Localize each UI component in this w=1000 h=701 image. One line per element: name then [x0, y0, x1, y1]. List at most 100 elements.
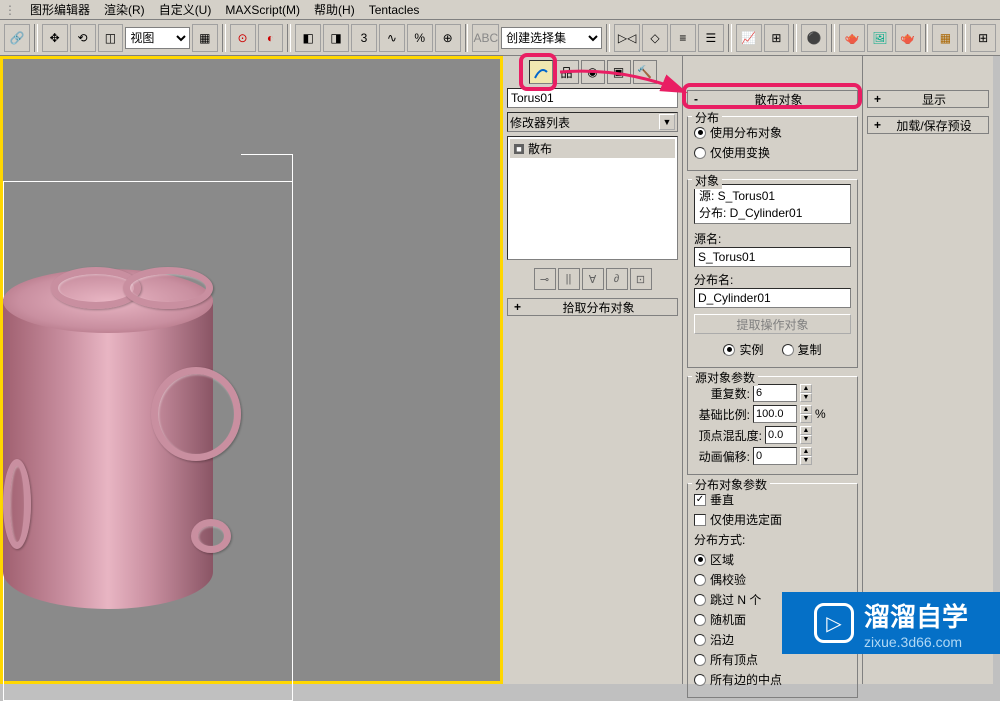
viewport[interactable] — [0, 56, 503, 684]
tool-grid-icon[interactable]: ▦ — [932, 24, 958, 52]
scatter-object-rollout[interactable]: - 散布对象 — [687, 90, 858, 108]
expand-icon[interactable]: ■ — [514, 144, 524, 154]
tool-snap3-icon[interactable]: 3 — [351, 24, 377, 52]
show-result-icon[interactable]: || — [558, 268, 580, 290]
anim-offset-input[interactable] — [753, 447, 797, 465]
display-rollout[interactable]: + 显示 — [867, 90, 989, 108]
tool-angle-snap-icon[interactable]: ◐ — [258, 24, 284, 52]
tool-mirror2-icon[interactable]: ▷◁ — [614, 24, 640, 52]
tool-material-icon[interactable]: ⚫ — [801, 24, 827, 52]
anim-offset-spinner[interactable]: ▲▼ — [800, 447, 812, 465]
radio-icon — [694, 127, 706, 139]
extract-operand-button[interactable]: 提取操作对象 — [694, 314, 851, 334]
objects-group: 对象 源: S_Torus01 分布: D_Cylinder01 源名: 分布名… — [687, 179, 858, 368]
vertex-chaos-input[interactable] — [765, 426, 797, 444]
display-tab-icon[interactable]: ▣ — [607, 60, 631, 84]
dropdown-arrow-icon: ▼ — [659, 114, 675, 130]
tool-curve-icon[interactable]: ∿ — [379, 24, 405, 52]
modify-tab-icon[interactable] — [529, 60, 553, 84]
make-unique-icon[interactable]: ∀ — [582, 268, 604, 290]
viewport-mode-select[interactable]: 视图 — [125, 27, 189, 49]
duplicates-spinner[interactable]: ▲▼ — [800, 384, 812, 402]
pin-stack-icon[interactable]: ⊸ — [534, 268, 556, 290]
use-selected-faces-check[interactable]: 仅使用选定面 — [694, 511, 851, 528]
menu-render[interactable]: 渲染(R) — [104, 1, 145, 18]
tool-mirror-icon[interactable]: ◧ — [295, 24, 321, 52]
radio-icon — [723, 344, 735, 356]
tool-rotate-icon[interactable]: ⟲ — [70, 24, 96, 52]
tool-quick-render-icon[interactable]: 🫖 — [895, 24, 921, 52]
anim-offset-label: 动画偏移: — [694, 448, 750, 465]
duplicates-input[interactable] — [753, 384, 797, 402]
vertex-chaos-spinner[interactable]: ▲▼ — [800, 426, 812, 444]
perpendicular-check[interactable]: ✓ 垂直 — [694, 491, 851, 508]
method-all-edge-mid-radio[interactable]: 所有边的中点 — [694, 671, 851, 688]
modifier-list-dropdown[interactable]: 修改器列表 ▼ — [507, 112, 678, 132]
vertex-chaos-label: 顶点混乱度: — [694, 427, 762, 444]
menu-maxscript[interactable]: MAXScript(M) — [225, 3, 300, 17]
pick-dist-rollout[interactable]: + 拾取分布对象 — [507, 298, 678, 316]
tool-render-frame-icon[interactable]: 🖼 — [867, 24, 893, 52]
scatter-params-panel: - 散布对象 分布 使用分布对象 仅使用变换 对象 源: S_Torus01 分… — [683, 56, 863, 684]
use-dist-obj-radio[interactable]: 使用分布对象 — [694, 124, 851, 141]
menu-help[interactable]: 帮助(H) — [314, 1, 355, 18]
menu-graphics-editor[interactable]: 图形编辑器 — [30, 1, 90, 18]
load-save-rollout[interactable]: + 加载/保存预设 — [867, 116, 989, 134]
hierarchy-tab-icon[interactable]: 品 — [555, 60, 579, 84]
selection-set-select[interactable]: 创建选择集 — [501, 27, 602, 49]
menu-handle[interactable]: ⋮ — [4, 3, 16, 17]
ring-side-1 — [151, 367, 241, 461]
menu-tentacles[interactable]: Tentacles — [369, 3, 420, 17]
tool-named-sel-icon[interactable]: ABC — [472, 24, 499, 52]
plus-icon: + — [514, 300, 526, 314]
watermark: ▷ 溜溜自学 zixue.3d66.com — [782, 592, 1000, 654]
object-name-input[interactable] — [507, 88, 678, 108]
tool-align-icon[interactable]: ◨ — [323, 24, 349, 52]
tool-scale-icon[interactable]: ◫ — [98, 24, 124, 52]
main-toolbar: 🔗 ✥ ⟲ ◫ 视图 ▦ ⊙ ◐ ◧ ◨ 3 ∿ % ⊕ ABC 创建选择集 ▷… — [0, 20, 1000, 56]
method-even-radio[interactable]: 偶校验 — [694, 571, 851, 588]
source-params-legend: 源对象参数 — [692, 369, 758, 386]
checkbox-icon — [694, 514, 706, 526]
objects-listbox[interactable]: 源: S_Torus01 分布: D_Cylinder01 — [694, 184, 851, 224]
tool-render-setup-icon[interactable]: 🫖 — [839, 24, 865, 52]
tool-move-icon[interactable]: ✥ — [42, 24, 68, 52]
tool-select-icon[interactable]: ▦ — [192, 24, 218, 52]
radio-icon — [694, 147, 706, 159]
radio-icon — [782, 344, 794, 356]
dist-method-label: 分布方式: — [694, 531, 851, 548]
menu-customize[interactable]: 自定义(U) — [159, 1, 212, 18]
remove-modifier-icon[interactable]: ∂ — [606, 268, 628, 290]
source-name-label: 源名: — [694, 230, 851, 247]
copy-radio[interactable]: 复制 — [782, 341, 822, 358]
tool-misc-icon[interactable]: ⊞ — [970, 24, 996, 52]
tool-curve-editor-icon[interactable]: 📈 — [736, 24, 762, 52]
modifier-stack[interactable]: ■ 散布 — [507, 136, 678, 260]
configure-sets-icon[interactable]: ⊡ — [630, 268, 652, 290]
stack-item-scatter[interactable]: ■ 散布 — [510, 139, 675, 158]
tool-percent-icon[interactable]: % — [407, 24, 433, 52]
duplicates-label: 重复数: — [694, 385, 750, 402]
watermark-logo-icon: ▷ — [814, 603, 854, 643]
ring-side-2 — [3, 459, 31, 549]
method-area-radio[interactable]: 区域 — [694, 551, 851, 568]
motion-tab-icon[interactable]: ◉ — [581, 60, 605, 84]
tool-spinner-icon[interactable]: ⊕ — [435, 24, 461, 52]
tool-layer-icon[interactable]: ≡ — [670, 24, 696, 52]
tool-link-icon[interactable]: 🔗 — [4, 24, 30, 52]
tool-layers-icon[interactable]: ☰ — [698, 24, 724, 52]
source-name-input[interactable] — [694, 247, 851, 267]
far-right-panel: + 显示 + 加载/保存预设 — [863, 56, 993, 684]
base-scale-spinner[interactable]: ▲▼ — [800, 405, 812, 423]
tool-snap-icon[interactable]: ⊙ — [230, 24, 256, 52]
dist-name-input[interactable] — [694, 288, 851, 308]
modifier-panel: 品 ◉ ▣ 🔨 修改器列表 ▼ ■ 散布 ⊸ || ∀ ∂ ⊡ + 拾取分布对象 — [503, 56, 683, 684]
base-scale-label: 基础比例: — [694, 406, 750, 423]
tool-align2-icon[interactable]: ◇ — [642, 24, 668, 52]
use-transform-only-radio[interactable]: 仅使用变换 — [694, 144, 851, 161]
instance-radio[interactable]: 实例 — [723, 341, 763, 358]
tool-schematic-icon[interactable]: ⊞ — [764, 24, 790, 52]
command-panel-tabs: 品 ◉ ▣ 🔨 — [507, 60, 678, 84]
utilities-tab-icon[interactable]: 🔨 — [633, 60, 657, 84]
base-scale-input[interactable] — [753, 405, 797, 423]
